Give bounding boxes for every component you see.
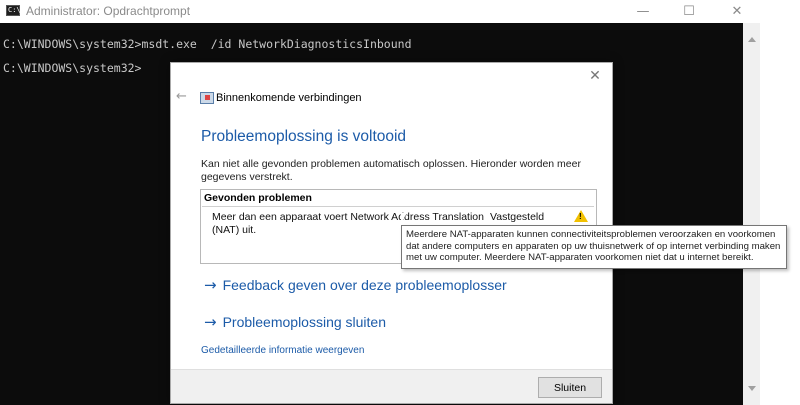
network-troubleshooter-icon	[200, 92, 214, 104]
feedback-link[interactable]: → Feedback geven over deze probleemoplos…	[204, 276, 507, 294]
minimize-button[interactable]: —	[620, 0, 666, 23]
scroll-up-icon[interactable]	[748, 37, 756, 42]
detailed-info-link[interactable]: Gedetailleerde informatie weergeven	[201, 345, 364, 356]
mouse-cursor-icon	[401, 213, 407, 223]
nat-tooltip: Meerdere NAT-apparaten kunnen connectivi…	[401, 225, 787, 269]
desktop-background	[760, 0, 800, 405]
maximize-button[interactable]: ☐	[666, 0, 712, 23]
arrow-right-icon: →	[204, 276, 217, 294]
console-titlebar[interactable]: C:\ Administrator: Opdrachtprompt — ☐ ✕	[0, 0, 760, 23]
problem-status: Vastgesteld	[490, 211, 545, 223]
description-text: Kan niet alle gevonden problemen automat…	[201, 158, 581, 183]
dialog-header-title: Binnenkomende verbindingen	[216, 92, 362, 104]
close-troubleshooting-label: Probleemoplossing sluiten	[222, 314, 387, 330]
page-title: Probleemoplossing is voltooid	[201, 128, 407, 145]
close-button[interactable]: Sluiten	[538, 377, 602, 398]
feedback-link-label: Feedback geven over deze probleemoplosse…	[222, 277, 507, 293]
cmd-app-icon: C:\	[6, 5, 21, 16]
console-title: Administrator: Opdrachtprompt	[26, 4, 191, 18]
warning-icon: !	[574, 210, 588, 222]
console-scrollbar[interactable]	[743, 23, 760, 405]
problems-header: Gevonden problemen	[204, 192, 312, 204]
dialog-close-icon[interactable]: ✕	[584, 66, 606, 86]
close-window-button[interactable]: ✕	[714, 0, 760, 23]
divider	[202, 206, 594, 207]
dialog-footer: Sluiten	[171, 369, 612, 403]
scroll-down-icon[interactable]	[748, 386, 756, 391]
arrow-right-icon: →	[204, 313, 217, 331]
back-arrow-icon[interactable]: ←	[176, 89, 187, 104]
console-line-2: C:\WINDOWS\system32>	[3, 61, 142, 75]
close-troubleshooting-link[interactable]: → Probleemoplossing sluiten	[204, 313, 386, 331]
console-line-1: C:\WINDOWS\system32>msdt.exe /id Network…	[3, 37, 412, 51]
